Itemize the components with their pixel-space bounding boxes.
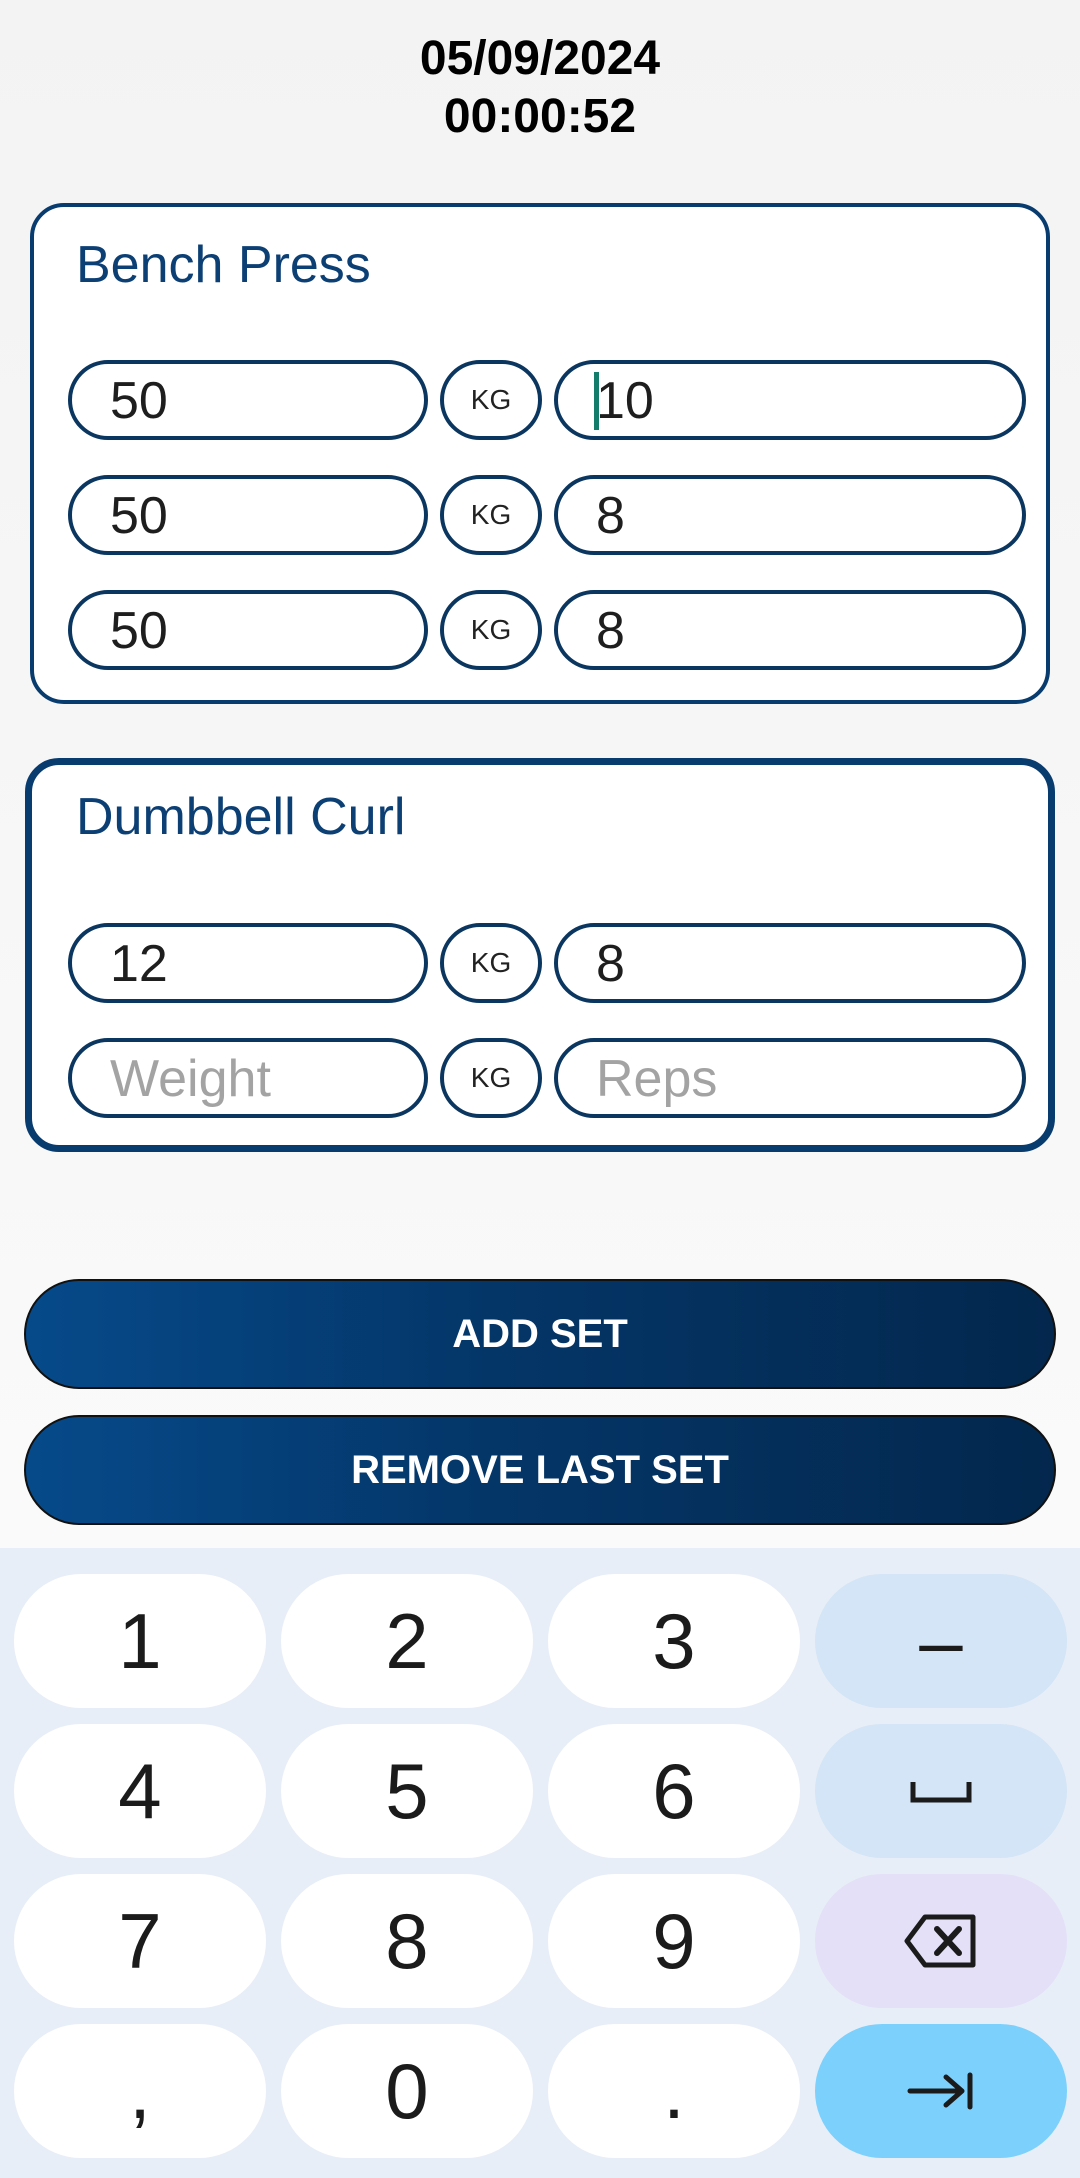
weight-input[interactable]: 12 — [68, 923, 428, 1003]
key-next[interactable] — [815, 2024, 1067, 2158]
tab-next-icon — [907, 2072, 973, 2110]
key-period[interactable]: . — [548, 2024, 800, 2158]
key-5[interactable]: 5 — [281, 1724, 533, 1858]
key-0[interactable]: 0 — [281, 2024, 533, 2158]
unit-toggle[interactable]: KG — [440, 923, 542, 1003]
key-4[interactable]: 4 — [14, 1724, 266, 1858]
key-9[interactable]: 9 — [548, 1874, 800, 2008]
exercise-title: Bench Press — [76, 236, 371, 294]
session-timer: 00:00:52 — [443, 90, 637, 143]
session-date: 05/09/2024 — [419, 32, 661, 85]
exercise-title: Dumbbell Curl — [76, 788, 406, 846]
exercise-card-dumbbell-curl: Dumbbell Curl 12 KG 8 Weight KG Reps — [25, 758, 1055, 1152]
unit-toggle[interactable]: KG — [440, 1038, 542, 1118]
key-backspace[interactable] — [815, 1874, 1067, 2008]
numeric-keyboard: 1 2 3 – 4 5 6 7 8 9 , 0 . — [0, 1548, 1080, 2178]
key-3[interactable]: 3 — [548, 1574, 800, 1708]
backspace-icon — [904, 1914, 976, 1968]
key-7[interactable]: 7 — [14, 1874, 266, 2008]
key-1[interactable]: 1 — [14, 1574, 266, 1708]
remove-last-set-button[interactable]: REMOVE LAST SET — [24, 1415, 1056, 1525]
weight-input[interactable]: Weight — [68, 1038, 428, 1118]
session-header: 05/09/2024 00:00:52 — [0, 30, 1080, 146]
add-set-button[interactable]: ADD SET — [24, 1279, 1056, 1389]
key-minus[interactable]: – — [815, 1574, 1067, 1708]
space-bar-icon — [910, 1782, 972, 1803]
exercise-card-bench-press: Bench Press 50 KG 10 50 KG 8 50 KG 8 — [30, 203, 1050, 704]
reps-input[interactable]: 8 — [554, 923, 1026, 1003]
key-6[interactable]: 6 — [548, 1724, 800, 1858]
weight-input[interactable]: 50 — [68, 590, 428, 670]
reps-input[interactable]: 8 — [554, 590, 1026, 670]
key-comma[interactable]: , — [14, 2024, 266, 2158]
key-2[interactable]: 2 — [281, 1574, 533, 1708]
key-space[interactable] — [815, 1724, 1067, 1858]
weight-input[interactable]: 50 — [68, 475, 428, 555]
weight-input[interactable]: 50 — [68, 360, 428, 440]
key-8[interactable]: 8 — [281, 1874, 533, 2008]
unit-toggle[interactable]: KG — [440, 590, 542, 670]
reps-input[interactable]: Reps — [554, 1038, 1026, 1118]
reps-input[interactable]: 8 — [554, 475, 1026, 555]
unit-toggle[interactable]: KG — [440, 360, 542, 440]
reps-input[interactable]: 10 — [554, 360, 1026, 440]
unit-toggle[interactable]: KG — [440, 475, 542, 555]
